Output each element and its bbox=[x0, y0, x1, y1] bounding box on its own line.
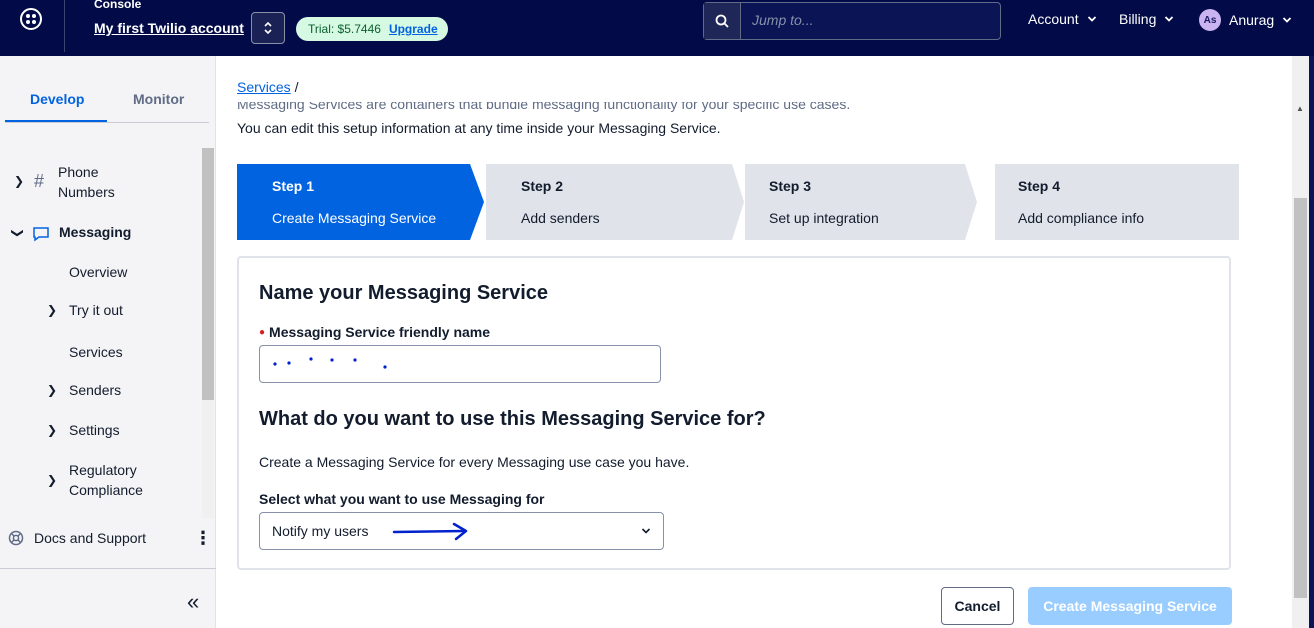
breadcrumb-separator: / bbox=[294, 79, 299, 95]
progress-stepper: Step 1 Create Messaging Service Step 2 A… bbox=[237, 164, 1239, 240]
create-service-form: Name your Messaging Service ● Messaging S… bbox=[237, 256, 1231, 570]
sidebar-item-label: Numbers bbox=[58, 184, 115, 200]
lifebuoy-icon bbox=[8, 530, 24, 546]
step-number: Step 3 bbox=[769, 178, 812, 194]
breadcrumb: Services / bbox=[237, 79, 298, 95]
intro-text: Messaging Services are containers that b… bbox=[237, 96, 851, 112]
main-content: Services / Messaging Services are contai… bbox=[217, 56, 1292, 628]
docs-and-support-link[interactable]: Docs and Support bbox=[8, 530, 146, 546]
friendly-name-input[interactable] bbox=[259, 345, 661, 383]
create-messaging-service-button[interactable]: Create Messaging Service bbox=[1028, 587, 1232, 625]
chat-bubble-icon bbox=[33, 227, 49, 242]
step-arrow bbox=[963, 164, 977, 240]
sidebar-item-overview[interactable]: Overview bbox=[69, 262, 127, 282]
jump-to-search[interactable] bbox=[703, 2, 1001, 40]
collapse-sidebar-icon[interactable]: « bbox=[187, 589, 199, 615]
friendly-name-label: ● Messaging Service friendly name bbox=[259, 324, 490, 340]
trial-balance-badge: Trial: $5.7446 Upgrade bbox=[296, 17, 448, 41]
chevron-right-icon[interactable]: ❯ bbox=[47, 473, 57, 487]
window-edge bbox=[1309, 56, 1314, 628]
sidebar-item-services[interactable]: Services bbox=[69, 342, 123, 362]
account-name-link[interactable]: My first Twilio account bbox=[94, 20, 244, 36]
sidebar-item-regulatory-compliance[interactable]: Regulatory Compliance bbox=[69, 460, 143, 500]
account-switcher-button[interactable] bbox=[251, 12, 285, 44]
billing-menu-label: Billing bbox=[1119, 11, 1157, 27]
section-heading: Name your Messaging Service bbox=[259, 282, 549, 304]
handwritten-dots-annotation bbox=[273, 357, 387, 369]
tab-monitor[interactable]: Monitor bbox=[133, 91, 184, 107]
chevron-down-icon bbox=[1087, 16, 1096, 22]
sidebar-item-senders[interactable]: Senders bbox=[69, 380, 121, 400]
trial-balance-text: Trial: $5.7446 bbox=[308, 22, 381, 36]
chevron-down-icon bbox=[1165, 16, 1174, 22]
user-menu[interactable]: As Anurag bbox=[1199, 9, 1292, 31]
divider bbox=[0, 568, 216, 569]
more-options-icon[interactable]: ⋮ bbox=[194, 528, 212, 548]
twilio-logo-icon[interactable] bbox=[20, 8, 42, 30]
step-4[interactable]: Step 4 Add compliance info bbox=[995, 164, 1239, 240]
sidebar-item-try-it-out[interactable]: Try it out bbox=[69, 300, 123, 320]
console-label: Console bbox=[94, 0, 142, 11]
main-scrollbar-thumb[interactable] bbox=[1294, 198, 1307, 598]
step-description: Add senders bbox=[521, 210, 600, 226]
sidebar-item-label: Compliance bbox=[69, 482, 143, 498]
step-arrow bbox=[730, 164, 744, 240]
avatar: As bbox=[1199, 9, 1221, 31]
sidebar-item-messaging[interactable]: Messaging bbox=[59, 222, 131, 242]
search-icon bbox=[715, 14, 729, 28]
chevron-right-icon[interactable]: ❯ bbox=[47, 423, 57, 437]
sidebar: Develop Monitor ❯ # Phone Numbers ❯ Mess… bbox=[0, 56, 216, 628]
sidebar-item-phone-numbers[interactable]: Phone Numbers bbox=[58, 162, 115, 202]
docs-and-support-label: Docs and Support bbox=[34, 530, 147, 546]
chevron-down-icon bbox=[1283, 17, 1292, 23]
account-menu-label: Account bbox=[1028, 11, 1079, 27]
required-indicator: ● bbox=[259, 327, 266, 338]
step-description: Add compliance info bbox=[1018, 210, 1145, 226]
step-number: Step 1 bbox=[272, 178, 315, 194]
chevron-up-down-icon bbox=[264, 21, 272, 35]
upgrade-link[interactable]: Upgrade bbox=[389, 22, 438, 36]
divider bbox=[5, 122, 209, 123]
sidebar-scrollbar-thumb[interactable] bbox=[202, 148, 214, 400]
user-name: Anurag bbox=[1229, 12, 1275, 28]
tab-develop[interactable]: Develop bbox=[30, 91, 84, 107]
sidebar-item-settings[interactable]: Settings bbox=[69, 420, 120, 440]
chevron-down-icon bbox=[641, 528, 651, 534]
divider bbox=[64, 0, 65, 52]
use-case-select[interactable]: Notify my users bbox=[259, 512, 664, 550]
sidebar-item-label: Regulatory bbox=[69, 462, 137, 478]
step-arrow bbox=[466, 164, 484, 240]
account-menu[interactable]: Account bbox=[1028, 11, 1097, 27]
use-case-select-value: Notify my users bbox=[272, 523, 369, 539]
scroll-up-arrow-icon[interactable]: ▲ bbox=[1296, 104, 1304, 113]
step-2[interactable]: Step 2 Add senders bbox=[486, 164, 730, 240]
search-input[interactable] bbox=[752, 12, 992, 28]
chevron-right-icon[interactable]: ❯ bbox=[47, 383, 57, 397]
breadcrumb-services-link[interactable]: Services bbox=[237, 79, 291, 95]
section-heading: What do you want to use this Messaging S… bbox=[259, 408, 766, 430]
chevron-down-icon[interactable]: ❯ bbox=[11, 228, 25, 238]
friendly-name-label-text: Messaging Service friendly name bbox=[269, 324, 491, 340]
use-case-select-label: Select what you want to use Messaging fo… bbox=[259, 491, 545, 507]
intro-text: You can edit this setup information at a… bbox=[237, 120, 721, 136]
step-number: Step 4 bbox=[1018, 178, 1061, 194]
step-description: Create Messaging Service bbox=[272, 210, 437, 226]
billing-menu[interactable]: Billing bbox=[1119, 11, 1174, 27]
main-scrollbar[interactable]: ▲ bbox=[1292, 56, 1309, 628]
step-number: Step 2 bbox=[521, 178, 564, 194]
chevron-right-icon[interactable]: ❯ bbox=[47, 303, 57, 317]
help-text: Create a Messaging Service for every Mes… bbox=[259, 454, 690, 470]
search-button[interactable] bbox=[704, 3, 741, 39]
cancel-button[interactable]: Cancel bbox=[941, 587, 1014, 625]
top-navigation-bar: Console My first Twilio account Trial: $… bbox=[0, 0, 1314, 56]
hash-icon: # bbox=[34, 171, 45, 191]
step-description: Set up integration bbox=[769, 210, 879, 226]
sidebar-item-label: Phone bbox=[58, 164, 99, 180]
handwritten-arrow-annotation bbox=[392, 522, 468, 541]
step-1[interactable]: Step 1 Create Messaging Service bbox=[237, 164, 466, 240]
step-3[interactable]: Step 3 Set up integration bbox=[745, 164, 963, 240]
chevron-right-icon[interactable]: ❯ bbox=[14, 174, 24, 188]
